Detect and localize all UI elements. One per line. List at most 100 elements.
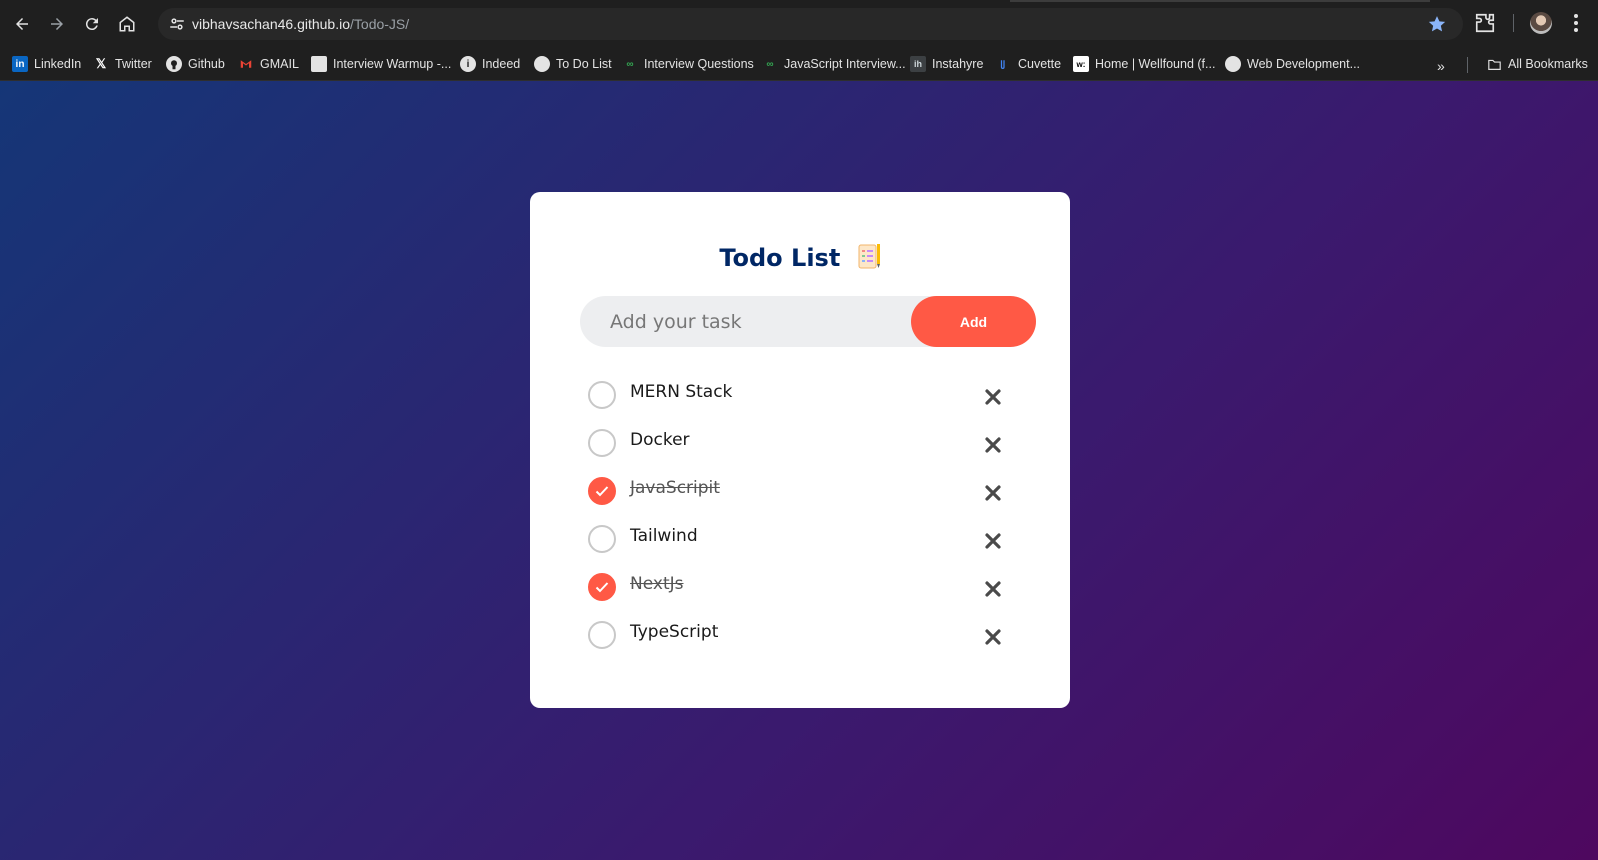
wellfound-icon: w:: [1073, 56, 1089, 72]
delete-x-icon[interactable]: [984, 388, 1002, 406]
bookmark-label: Interview Questions: [644, 57, 754, 71]
url-path: /Todo-JS/: [350, 16, 410, 32]
google-doc-icon: [311, 56, 327, 72]
bookmark-todo-list[interactable]: To Do List: [534, 54, 612, 74]
folder-icon: [1486, 56, 1502, 72]
bookmark-github[interactable]: Github: [166, 54, 225, 74]
checkbox-icon[interactable]: [588, 429, 616, 457]
w3-icon: [1225, 56, 1241, 72]
task-input-row: Add: [580, 296, 1036, 347]
all-bookmarks-button[interactable]: All Bookmarks: [1486, 54, 1588, 74]
site-info-icon[interactable]: [168, 15, 186, 33]
task-item[interactable]: NextJs: [588, 572, 1028, 620]
tab-strip-edge: [1010, 0, 1430, 2]
checkmark-icon: [595, 582, 609, 593]
bookmark-indeed[interactable]: i Indeed: [460, 54, 520, 74]
x-icon: 𝕏: [95, 56, 107, 71]
bookmark-label: Twitter: [115, 57, 152, 71]
task-text: Docker: [630, 430, 690, 450]
bookmark-label: Interview Warmup -...: [333, 57, 452, 71]
bookmark-label: Cuvette: [1018, 57, 1062, 71]
delete-x-icon[interactable]: [984, 628, 1002, 646]
task-text: JavaScripit: [630, 478, 720, 498]
notepad-icon: [858, 244, 880, 269]
checkbox-icon[interactable]: [588, 573, 616, 601]
bookmark-label: Home | Wellfound (f...: [1095, 57, 1216, 71]
info-icon: i: [460, 56, 476, 72]
reload-icon: [85, 18, 98, 31]
bookmark-label: Web Development...: [1247, 57, 1361, 71]
task-item[interactable]: TypeScript: [588, 620, 1028, 668]
task-text: Tailwind: [630, 526, 698, 546]
gmail-icon: [238, 56, 254, 72]
forward-button[interactable]: [43, 10, 71, 38]
task-list: MERN Stack Docker JavaScripit Tailwind N: [588, 380, 1028, 668]
title-text: Todo List: [719, 244, 841, 272]
bookmark-interview-warmup[interactable]: Interview Warmup -...: [311, 54, 451, 74]
page-background: Todo List Add MERN Stack Docker: [0, 81, 1598, 860]
browser-toolbar: vibhavsachan46.github.io/Todo-JS/: [0, 0, 1598, 47]
bookmark-label: GMAIL: [260, 57, 299, 71]
infinity-icon: ∞: [626, 58, 634, 70]
url-text: vibhavsachan46.github.io/Todo-JS/: [192, 16, 409, 32]
bookmark-twitter[interactable]: 𝕏 Twitter: [93, 54, 152, 74]
bookmark-cuvette[interactable]: Cuvette: [996, 54, 1061, 74]
bookmark-label: LinkedIn: [34, 57, 82, 71]
cuvette-icon: [996, 56, 1012, 72]
delete-x-icon[interactable]: [984, 484, 1002, 502]
bookmark-web-development[interactable]: Web Development...: [1225, 54, 1360, 74]
home-icon: [119, 16, 135, 32]
profile-avatar[interactable]: [1530, 12, 1552, 34]
checkbox-icon[interactable]: [588, 525, 616, 553]
bookmark-label: Instahyre: [932, 57, 984, 71]
home-button[interactable]: [113, 10, 141, 38]
bookmark-label: Github: [188, 57, 225, 71]
url-host: vibhavsachan46.github.io: [192, 16, 351, 32]
ih-icon: ih: [910, 56, 926, 72]
bookmark-star-icon[interactable]: [1427, 14, 1447, 34]
toolbar-divider: [1513, 14, 1514, 32]
extensions-icon[interactable]: [1474, 12, 1496, 34]
bookmark-linkedin[interactable]: in LinkedIn: [12, 54, 81, 74]
bookmarks-divider: [1467, 57, 1468, 73]
back-button[interactable]: [8, 10, 36, 38]
arrow-left-icon: [16, 18, 28, 30]
bookmark-gmail[interactable]: GMAIL: [238, 54, 299, 74]
bookmark-interview-questions[interactable]: ∞ Interview Questions: [622, 54, 754, 74]
all-bookmarks-label: All Bookmarks: [1508, 57, 1588, 71]
bookmarks-bar: in LinkedIn 𝕏 Twitter Github GMAIL Intervi…: [0, 47, 1598, 81]
task-item[interactable]: JavaScripit: [588, 476, 1028, 524]
task-input[interactable]: [610, 296, 900, 347]
todo-card: Todo List Add MERN Stack Docker: [530, 192, 1070, 708]
page-title: Todo List: [530, 242, 1070, 272]
bookmark-instahyre[interactable]: ih Instahyre: [910, 54, 983, 74]
bookmark-label: To Do List: [556, 57, 612, 71]
delete-x-icon[interactable]: [984, 436, 1002, 454]
task-item[interactable]: MERN Stack: [588, 380, 1028, 428]
task-text: NextJs: [630, 574, 684, 594]
checkmark-icon: [595, 486, 609, 497]
checkbox-icon[interactable]: [588, 381, 616, 409]
delete-x-icon[interactable]: [984, 580, 1002, 598]
kebab-menu-icon[interactable]: [1573, 13, 1579, 33]
address-bar[interactable]: vibhavsachan46.github.io/Todo-JS/: [158, 8, 1463, 40]
task-text: TypeScript: [630, 622, 719, 642]
linkedin-icon: in: [12, 56, 28, 72]
checkbox-icon[interactable]: [588, 477, 616, 505]
bookmark-js-interview[interactable]: ∞ JavaScript Interview...: [762, 54, 906, 74]
task-item[interactable]: Tailwind: [588, 524, 1028, 572]
globe-icon: [534, 56, 550, 72]
bookmark-label: JavaScript Interview...: [784, 57, 906, 71]
checkbox-icon[interactable]: [588, 621, 616, 649]
bookmark-label: Indeed: [482, 57, 521, 71]
infinity-icon: ∞: [766, 58, 774, 70]
more-bookmarks-button[interactable]: »: [1437, 58, 1445, 74]
bookmark-wellfound[interactable]: w: Home | Wellfound (f...: [1073, 54, 1215, 74]
arrow-right-icon: [51, 18, 63, 30]
delete-x-icon[interactable]: [984, 532, 1002, 550]
task-item[interactable]: Docker: [588, 428, 1028, 476]
github-icon: [166, 56, 182, 72]
reload-button[interactable]: [78, 10, 106, 38]
add-button[interactable]: Add: [911, 296, 1036, 347]
task-text: MERN Stack: [630, 382, 733, 402]
